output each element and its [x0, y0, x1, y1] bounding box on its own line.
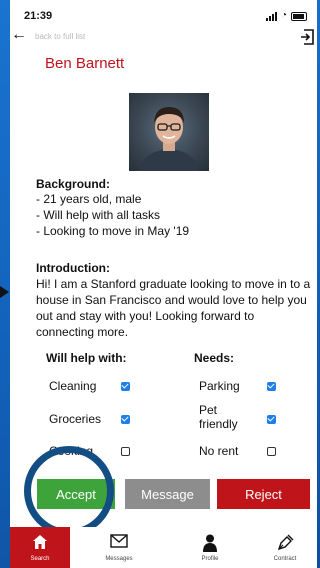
background-item: - Looking to move in May '19 [36, 224, 190, 238]
help-option-label: Groceries [49, 412, 102, 426]
home-icon [33, 535, 47, 549]
status-bar: 21:39 ◔ [10, 0, 317, 30]
cooking-checkbox[interactable] [121, 447, 130, 456]
needs-option-label: Pet friendly [199, 403, 238, 431]
no-rent-checkbox[interactable] [267, 447, 276, 456]
person-icon [203, 534, 217, 552]
signal-icon [265, 12, 277, 21]
wifi-icon: ◔ [280, 10, 287, 21]
pet-friendly-checkbox[interactable] [267, 415, 276, 424]
accept-highlight-ring [24, 446, 114, 536]
tab-label: Profile [201, 556, 219, 562]
phone-screen: 21:39 ◔ ← back to full list Ben Barnett [10, 0, 317, 568]
pen-icon [277, 534, 294, 551]
needs-option-label: No rent [199, 444, 239, 458]
back-navigation: ← back to full list [10, 27, 317, 45]
background-item: - 21 years old, male [36, 192, 142, 206]
message-button[interactable]: Message [125, 479, 210, 509]
bottom-tab-bar: Search Messages Profile Contract [10, 527, 317, 568]
will-help-heading: Will help with: [46, 351, 127, 365]
pointer-arrow-icon [0, 286, 9, 298]
help-option-label: Cleaning [49, 379, 97, 393]
tab-label: Search [30, 556, 50, 562]
profile-photo [129, 93, 209, 171]
back-to-list-link[interactable]: back to full list [35, 32, 85, 41]
status-time: 21:39 [24, 10, 53, 22]
tab-messages[interactable]: Messages [89, 527, 149, 568]
tab-search[interactable]: Search [10, 527, 70, 568]
cleaning-checkbox[interactable] [121, 382, 130, 391]
needs-option-label: Parking [199, 379, 240, 393]
reject-button[interactable]: Reject [217, 479, 310, 509]
background-heading: Background: [36, 177, 111, 191]
groceries-checkbox[interactable] [121, 415, 130, 424]
tab-label: Contract [273, 556, 297, 562]
status-icons: ◔ [265, 10, 307, 21]
introduction-heading: Introduction: [36, 261, 110, 275]
envelope-icon [110, 534, 128, 548]
introduction-text: Hi! I am a Stanford graduate looking to … [36, 277, 311, 339]
profile-name: Ben Barnett [45, 55, 125, 72]
parking-checkbox[interactable] [267, 382, 276, 391]
needs-heading: Needs: [194, 351, 235, 365]
exit-icon[interactable] [301, 29, 315, 45]
background-item: - Will help with all tasks [36, 208, 161, 222]
tab-label: Messages [105, 556, 133, 562]
back-arrow-icon[interactable]: ← [11, 27, 27, 43]
tab-contract[interactable]: Contract [255, 527, 315, 568]
battery-icon [291, 12, 307, 21]
tab-profile[interactable]: Profile [180, 527, 240, 568]
